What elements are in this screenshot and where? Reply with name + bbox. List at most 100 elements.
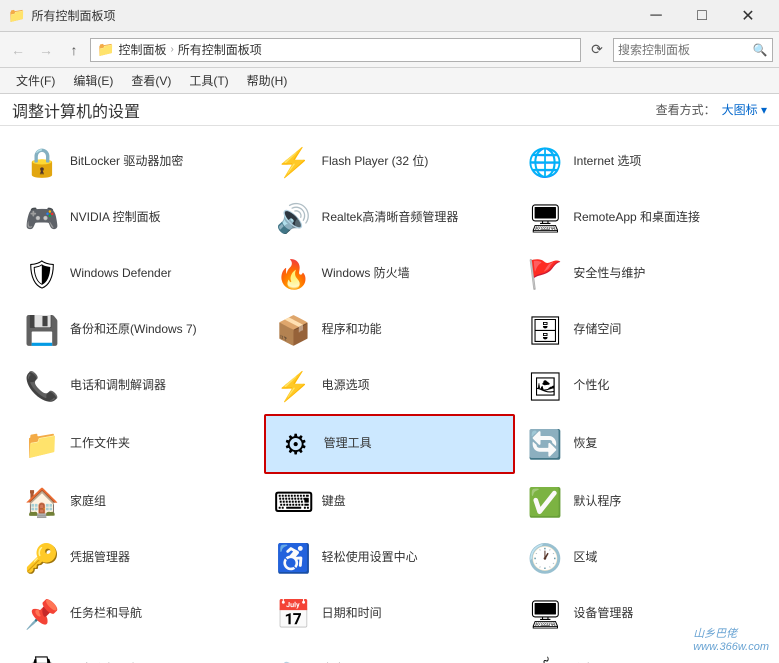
item-label-defender: Windows Defender — [70, 266, 171, 282]
maximize-button[interactable]: □ — [679, 0, 725, 32]
panel-item-taskbar[interactable]: 📌 任务栏和导航 — [12, 586, 264, 642]
panel-item-storage[interactable]: 🗄存储空间 — [515, 302, 767, 358]
item-label-homegroup: 家庭组 — [70, 494, 106, 510]
titlebar-folder-icon: 📁 — [8, 7, 25, 24]
item-icon-taskbar: 📌 — [22, 594, 62, 634]
item-icon-internet: 🌐 — [525, 142, 565, 182]
viewbar: 调整计算机的设置 查看方式： 大图标 ▾ — [0, 94, 779, 126]
item-icon-storage: 🗄 — [525, 310, 565, 350]
breadcrumb-bar[interactable]: 📁 控制面板 › 所有控制面板项 — [90, 38, 581, 62]
titlebar: 📁 所有控制面板项 ─ □ ✕ — [0, 0, 779, 32]
panel-item-nvidia[interactable]: 🎮NVIDIA 控制面板 — [12, 190, 264, 246]
item-icon-workfolder: 📁 — [22, 424, 62, 464]
item-label-firewall: Windows 防火墙 — [322, 266, 410, 282]
panel-item-recovery[interactable]: 🔄恢复 — [515, 414, 767, 474]
item-label-programs: 程序和功能 — [322, 322, 382, 338]
panel-item-power[interactable]: ⚡ 电源选项 — [264, 358, 516, 414]
item-label-devmgr: 设备管理器 — [573, 606, 633, 622]
item-icon-programs: 📦 — [274, 310, 314, 350]
minimize-button[interactable]: ─ — [633, 0, 679, 32]
item-icon-devmgr: 🖥 — [525, 594, 565, 634]
panel-item-backup[interactable]: 💾备份和还原(Windows 7) — [12, 302, 264, 358]
item-icon-sound: 🔈 — [274, 650, 314, 663]
menu-edit[interactable]: 编辑(E) — [65, 69, 121, 92]
panel-item-region[interactable]: 🕐 区域 — [515, 530, 767, 586]
menu-help[interactable]: 帮助(H) — [239, 69, 296, 92]
panel-item-printers[interactable]: 🖨设备和打印机 — [12, 642, 264, 663]
menu-file[interactable]: 文件(F) — [8, 69, 63, 92]
refresh-button[interactable]: ⟳ — [585, 38, 609, 62]
panel-item-homegroup[interactable]: 🏠 家庭组 — [12, 474, 264, 530]
item-icon-backup: 💾 — [22, 310, 62, 350]
item-label-remoteapp: RemoteApp 和桌面连接 — [573, 210, 700, 226]
page-title: 调整计算机的设置 — [12, 98, 140, 122]
view-label: 查看方式： — [656, 101, 716, 118]
view-options: 查看方式： 大图标 ▾ — [656, 101, 767, 118]
item-label-region: 区域 — [573, 550, 597, 566]
item-icon-nvidia: 🎮 — [22, 198, 62, 238]
item-icon-homegroup: 🏠 — [22, 482, 62, 522]
panel-item-admtools[interactable]: ⚙管理工具 — [264, 414, 516, 474]
item-icon-region: 🕐 — [525, 538, 565, 578]
panel-item-workfolder[interactable]: 📁 工作文件夹 — [12, 414, 264, 474]
panel-item-bitlocker[interactable]: 🔒BitLocker 驱动器加密 — [12, 134, 264, 190]
panel-item-realtek[interactable]: 🔊Realtek高清晰音频管理器 — [264, 190, 516, 246]
item-label-internet: Internet 选项 — [573, 154, 641, 170]
panel-item-mouse[interactable]: 🖱鼠标 — [515, 642, 767, 663]
panel-item-programs[interactable]: 📦 程序和功能 — [264, 302, 516, 358]
panel-item-personalize[interactable]: 🖼个性化 — [515, 358, 767, 414]
panel-item-remoteapp[interactable]: 🖥RemoteApp 和桌面连接 — [515, 190, 767, 246]
titlebar-controls: ─ □ ✕ — [633, 0, 771, 32]
item-icon-flash: ⚡ — [274, 142, 314, 182]
menu-tools[interactable]: 工具(T) — [181, 69, 236, 92]
panel-item-sound[interactable]: 🔈声音 — [264, 642, 516, 663]
view-mode-selector[interactable]: 大图标 ▾ — [722, 101, 767, 118]
titlebar-left: 📁 所有控制面板项 — [8, 7, 115, 24]
item-icon-power: ⚡ — [274, 366, 314, 406]
panel-item-flash[interactable]: ⚡Flash Player (32 位) — [264, 134, 516, 190]
item-icon-defaultprog: ✅ — [525, 482, 565, 522]
item-icon-security: 🚩 — [525, 254, 565, 294]
item-icon-credentials: 🔑 — [22, 538, 62, 578]
item-icon-firewall: 🔥 — [274, 254, 314, 294]
item-label-defaultprog: 默认程序 — [573, 494, 621, 510]
search-icon[interactable]: 🔍 — [752, 41, 768, 59]
back-button[interactable]: ← — [6, 38, 30, 62]
panel-item-security[interactable]: 🚩 安全性与维护 — [515, 246, 767, 302]
close-button[interactable]: ✕ — [725, 0, 771, 32]
panel-item-easeaccess[interactable]: ♿轻松使用设置中心 — [264, 530, 516, 586]
up-button[interactable]: ↑ — [62, 38, 86, 62]
breadcrumb-current: 所有控制面板项 — [178, 41, 262, 58]
item-icon-defender: 🛡 — [22, 254, 62, 294]
panel-item-credentials[interactable]: 🔑 凭据管理器 — [12, 530, 264, 586]
forward-button[interactable]: → — [34, 38, 58, 62]
breadcrumb-folder-icon: 📁 — [97, 41, 114, 58]
panel-item-defender[interactable]: 🛡 Windows Defender — [12, 246, 264, 302]
item-icon-datetime: 📅 — [274, 594, 314, 634]
item-label-credentials: 凭据管理器 — [70, 550, 130, 566]
item-icon-easeaccess: ♿ — [274, 538, 314, 578]
panel-item-devmgr[interactable]: 🖥 设备管理器 — [515, 586, 767, 642]
panel-item-internet[interactable]: 🌐 Internet 选项 — [515, 134, 767, 190]
item-label-workfolder: 工作文件夹 — [70, 436, 130, 452]
panel-item-firewall[interactable]: 🔥 Windows 防火墙 — [264, 246, 516, 302]
item-label-datetime: 日期和时间 — [322, 606, 382, 622]
item-label-taskbar: 任务栏和导航 — [70, 606, 142, 622]
breadcrumb-home: 控制面板 — [118, 41, 166, 58]
panel-item-defaultprog[interactable]: ✅ 默认程序 — [515, 474, 767, 530]
search-input[interactable] — [618, 43, 752, 57]
panel-item-datetime[interactable]: 📅 日期和时间 — [264, 586, 516, 642]
menubar: 文件(F) 编辑(E) 查看(V) 工具(T) 帮助(H) — [0, 68, 779, 94]
content-area[interactable]: 🔒BitLocker 驱动器加密⚡Flash Player (32 位)🌐 Int… — [0, 126, 779, 663]
panel-item-keyboard[interactable]: ⌨键盘 — [264, 474, 516, 530]
item-icon-realtek: 🔊 — [274, 198, 314, 238]
main-content: 🔒BitLocker 驱动器加密⚡Flash Player (32 位)🌐 Int… — [0, 126, 779, 663]
item-icon-keyboard: ⌨ — [274, 482, 314, 522]
item-label-power: 电源选项 — [322, 378, 370, 394]
item-icon-phone: 📞 — [22, 366, 62, 406]
panel-item-phone[interactable]: 📞电话和调制解调器 — [12, 358, 264, 414]
menu-view[interactable]: 查看(V) — [123, 69, 179, 92]
item-label-security: 安全性与维护 — [573, 266, 645, 282]
item-label-admtools: 管理工具 — [324, 436, 372, 452]
item-label-bitlocker: BitLocker 驱动器加密 — [70, 154, 183, 170]
